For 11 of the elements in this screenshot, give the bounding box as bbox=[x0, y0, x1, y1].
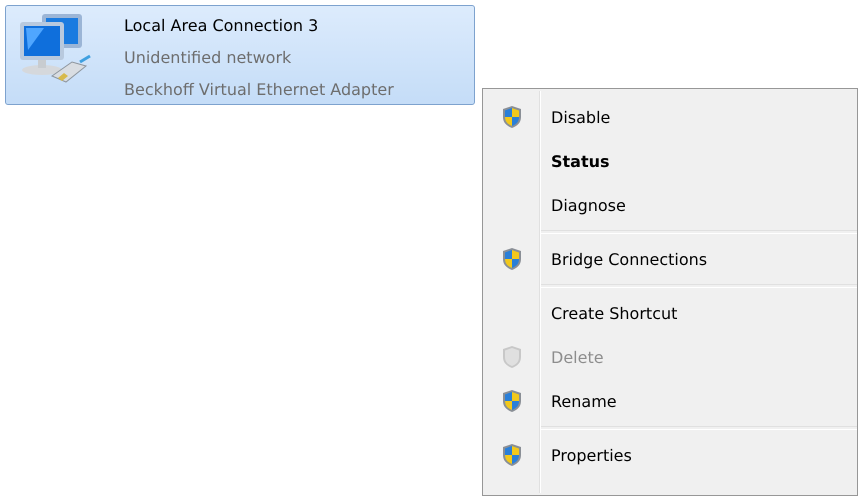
menu-item[interactable]: Rename bbox=[483, 379, 857, 423]
network-status: Unidentified network bbox=[124, 47, 292, 69]
menu-item[interactable]: Diagnose bbox=[483, 183, 857, 227]
menu-item[interactable]: Bridge Connections bbox=[483, 237, 857, 281]
menu-item[interactable]: Create Shortcut bbox=[483, 291, 857, 335]
network-connection-item[interactable]: Local Area Connection 3 Unidentified network Beckhoff Virtual Ethernet Adapter bbox=[5, 5, 475, 105]
adapter-name: Beckhoff Virtual Ethernet Adapter bbox=[124, 79, 394, 101]
menu-item[interactable]: Disable bbox=[483, 95, 857, 139]
menu-item[interactable]: Properties bbox=[483, 433, 857, 477]
connection-name: Local Area Connection 3 bbox=[124, 15, 320, 37]
menu-item[interactable]: Status bbox=[483, 139, 857, 183]
